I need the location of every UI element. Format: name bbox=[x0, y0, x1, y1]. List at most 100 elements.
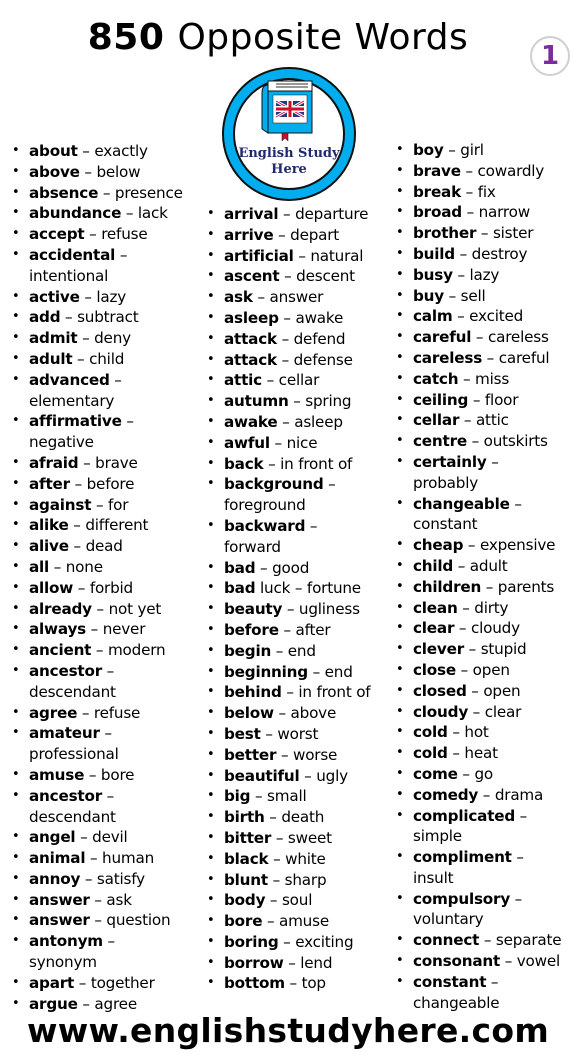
opposite-word: natural bbox=[310, 246, 364, 265]
dash-separator: – bbox=[106, 786, 115, 805]
list-item: boy – girl bbox=[396, 140, 574, 161]
list-item: buy – sell bbox=[396, 286, 574, 307]
dash-separator: – bbox=[465, 182, 474, 201]
dash-separator: – bbox=[77, 578, 86, 597]
word: ancestor bbox=[29, 786, 102, 805]
list-item: angel – devil bbox=[12, 827, 197, 848]
opposite-word: lazy bbox=[469, 265, 500, 284]
opposite-word: sharp bbox=[284, 870, 327, 889]
word: cloudy bbox=[413, 702, 469, 721]
dash-separator: – bbox=[265, 724, 273, 743]
word: centre bbox=[413, 432, 467, 451]
word: annoy bbox=[29, 869, 81, 888]
opposite-word: white bbox=[285, 849, 326, 868]
word: careful bbox=[413, 328, 472, 347]
opposite-word: presence bbox=[114, 183, 183, 202]
opposite-word: attic bbox=[475, 411, 509, 430]
opposite-word: different bbox=[85, 516, 149, 535]
dash-separator: – bbox=[514, 889, 523, 908]
list-item: build – destroy bbox=[396, 244, 574, 265]
word: amuse bbox=[29, 765, 85, 784]
dash-separator: – bbox=[448, 141, 456, 159]
word: broad bbox=[413, 203, 462, 222]
dash-separator: – bbox=[107, 932, 116, 951]
opposite-word: deny bbox=[94, 329, 131, 348]
opposite-word: vowel bbox=[516, 952, 561, 971]
dash-separator: – bbox=[480, 224, 489, 243]
dash-separator: – bbox=[283, 620, 291, 639]
dash-separator: – bbox=[272, 870, 281, 889]
word: alike bbox=[29, 516, 69, 535]
word: ancestor bbox=[29, 661, 102, 680]
dash-separator: – bbox=[102, 183, 111, 202]
dash-separator: – bbox=[462, 598, 470, 617]
list-item: already – not yet bbox=[12, 599, 197, 620]
list-item: adult – child bbox=[12, 349, 197, 370]
opposite-word: sister bbox=[492, 224, 534, 243]
dash-separator: – bbox=[65, 308, 73, 327]
opposite-word: answer bbox=[269, 288, 324, 307]
word: closed bbox=[413, 681, 467, 700]
dash-separator: – bbox=[309, 516, 318, 535]
list-item: changeable – constant bbox=[396, 494, 574, 536]
list-item: asleep – awake bbox=[207, 308, 392, 329]
opposite-word: exactly bbox=[94, 142, 148, 160]
word-list-column-3: boy – girlbrave – cowardlybreak – fixbro… bbox=[396, 140, 574, 1013]
dash-separator: – bbox=[328, 475, 336, 494]
dash-separator: – bbox=[483, 931, 492, 950]
dash-separator: – bbox=[260, 558, 268, 577]
list-item: big – small bbox=[207, 786, 392, 807]
list-item: close – open bbox=[396, 660, 574, 681]
list-item: come – go bbox=[396, 764, 574, 785]
dash-separator: – bbox=[268, 454, 276, 473]
word-extra: luck bbox=[255, 579, 291, 598]
list-item: centre – outskirts bbox=[396, 431, 574, 452]
list-item: apart – together bbox=[12, 973, 197, 994]
dash-separator: – bbox=[90, 620, 99, 639]
list-item: back – in front of bbox=[207, 454, 392, 475]
opposite-word: insult bbox=[413, 868, 454, 887]
word: compulsory bbox=[413, 889, 511, 908]
word: asleep bbox=[224, 308, 279, 327]
word: artificial bbox=[224, 246, 294, 265]
opposite-word: never bbox=[102, 620, 146, 639]
word: allow bbox=[29, 578, 74, 597]
word: build bbox=[413, 244, 455, 263]
opposite-word: careless bbox=[487, 328, 549, 347]
list-item: behind – in front of bbox=[207, 682, 392, 703]
opposite-word: exciting bbox=[295, 932, 354, 951]
word: add bbox=[29, 308, 61, 327]
dash-separator: – bbox=[281, 329, 290, 348]
list-item: connect – separate bbox=[396, 930, 574, 951]
opposite-word: hot bbox=[464, 723, 489, 742]
dash-separator: – bbox=[82, 329, 90, 348]
dash-separator: – bbox=[458, 619, 467, 638]
word: antonym bbox=[29, 932, 103, 951]
opposite-word: adult bbox=[469, 556, 508, 575]
word: break bbox=[413, 182, 462, 201]
dash-separator: – bbox=[448, 286, 457, 305]
opposite-word: below bbox=[96, 162, 141, 181]
dash-separator: – bbox=[83, 453, 91, 472]
word: awake bbox=[224, 412, 278, 431]
list-item: catch – miss bbox=[396, 369, 574, 390]
list-item: annoy – satisfy bbox=[12, 869, 197, 890]
word-list-column-1: about – exactlyabove – belowabsence – pr… bbox=[12, 141, 197, 1014]
list-item: body – soul bbox=[207, 890, 392, 911]
opposite-word: human bbox=[102, 849, 155, 868]
word: complicated bbox=[413, 806, 516, 825]
list-item: cold – heat bbox=[396, 743, 574, 764]
list-item: against – for bbox=[12, 495, 197, 516]
word: above bbox=[29, 162, 80, 181]
dash-separator: – bbox=[269, 891, 278, 910]
word: bore bbox=[224, 912, 263, 931]
logo-text-line1: English Study bbox=[238, 146, 340, 161]
word: changeable bbox=[413, 494, 510, 513]
list-item: accidental –intentional bbox=[12, 245, 197, 287]
opposite-word: modern bbox=[107, 641, 166, 660]
list-item: ancestor – descendant bbox=[12, 661, 197, 703]
word: absence bbox=[29, 183, 99, 202]
list-item: ancient – modern bbox=[12, 640, 197, 661]
list-item: abundance – lack bbox=[12, 203, 197, 224]
opposite-word: bore bbox=[100, 765, 135, 784]
